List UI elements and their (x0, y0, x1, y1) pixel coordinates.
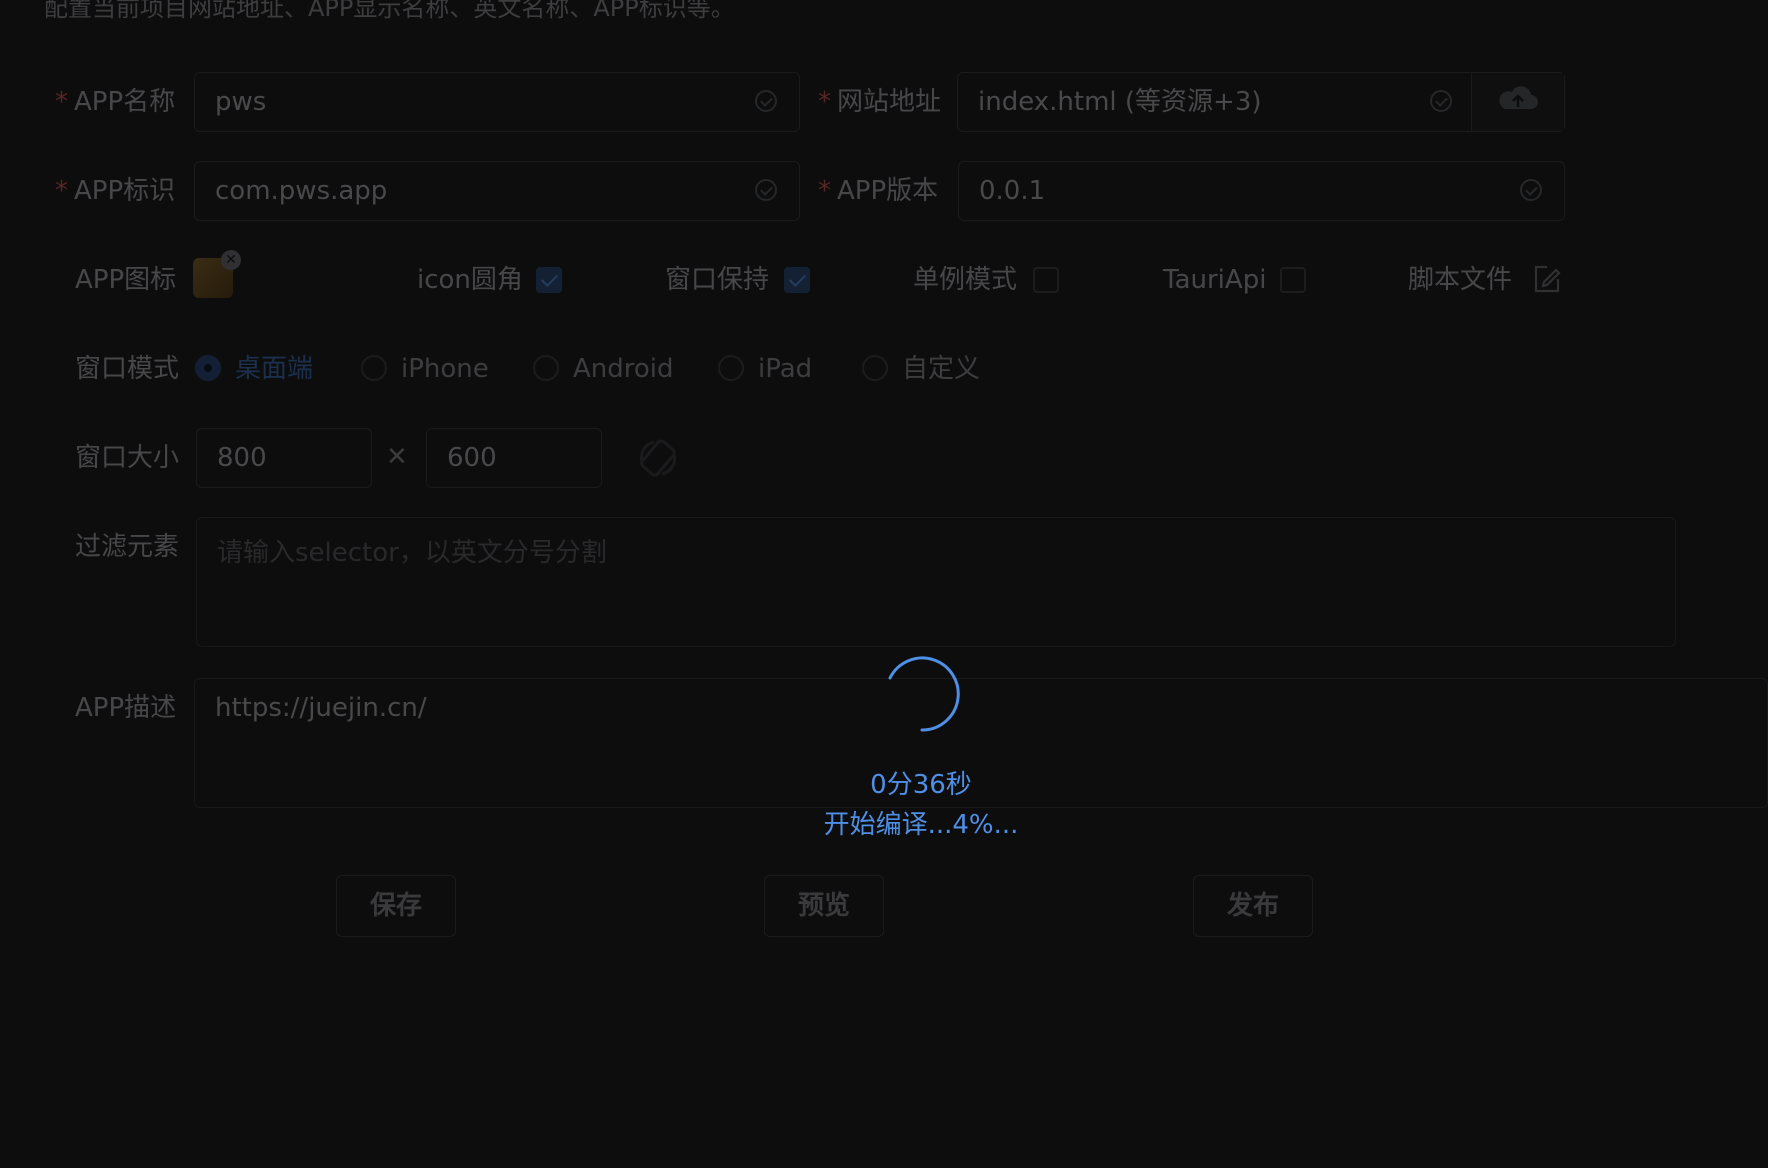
loading-spinner-icon (888, 656, 960, 732)
loading-timer: 0分36秒 (870, 770, 972, 800)
loading-overlay: 0分36秒 开始编译...4%... (0, 0, 1768, 1168)
loading-status: 开始编译...4%... (823, 810, 1019, 840)
